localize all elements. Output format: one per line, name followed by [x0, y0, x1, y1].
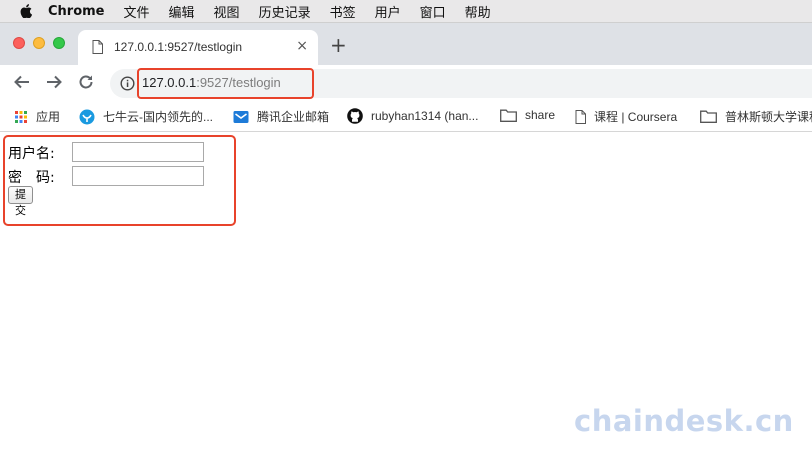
menu-people[interactable]: 用户	[375, 2, 401, 21]
bookmark-label: 腾讯企业邮箱	[257, 110, 330, 124]
menu-history[interactable]: 历史记录	[259, 2, 311, 21]
url-highlight-box	[137, 68, 314, 99]
bookmark-label: 七牛云-国内领先的...	[103, 110, 213, 124]
bookmark-tencent-mail[interactable]: 腾讯企业邮箱	[233, 108, 329, 125]
bookmark-share-folder[interactable]: share	[500, 108, 555, 122]
browser-toolbar: 127.0.0.1:9527/testlogin	[0, 65, 812, 101]
page-icon	[92, 40, 103, 54]
forward-arrow-icon[interactable]	[45, 73, 63, 91]
tab-close-icon[interactable]: ×	[296, 38, 308, 54]
bookmark-label: share	[525, 108, 556, 122]
page-icon	[575, 109, 586, 124]
menu-file[interactable]: 文件	[124, 2, 150, 21]
watermark-text: chaindesk.cn	[574, 404, 794, 438]
bookmark-label: 课程 | Coursera	[594, 110, 678, 124]
bookmarks-bar: 应用 七牛云-国内领先的... 腾讯企业邮箱 rubyhan1314 (han.…	[0, 101, 812, 132]
bookmark-label: rubyhan1314 (han...	[371, 109, 479, 123]
bookmark-apps[interactable]: 应用	[14, 108, 60, 125]
bookmark-label: 应用	[36, 110, 61, 124]
macos-menu-bar: Chrome 文件 编辑 视图 历史记录 书签 用户 窗口 帮助	[0, 0, 812, 23]
window-minimize-button[interactable]	[33, 37, 45, 49]
github-icon	[347, 108, 363, 124]
menu-help[interactable]: 帮助	[465, 2, 491, 21]
back-arrow-icon[interactable]	[13, 73, 31, 91]
tab-title: 127.0.0.1:9527/testlogin	[114, 40, 243, 54]
menu-app-name[interactable]: Chrome	[48, 4, 105, 19]
folder-icon	[700, 110, 717, 123]
window-close-button[interactable]	[13, 37, 25, 49]
menu-bookmarks[interactable]: 书签	[330, 2, 356, 21]
reload-icon[interactable]	[77, 73, 95, 91]
menu-window[interactable]: 窗口	[420, 2, 446, 21]
qiniu-icon	[79, 109, 95, 125]
bookmark-coursera[interactable]: 课程 | Coursera	[575, 108, 677, 125]
apple-logo-icon[interactable]	[20, 4, 32, 18]
tencent-mail-icon	[233, 110, 249, 124]
bookmark-label: 普林斯顿大学课程	[725, 110, 812, 124]
bookmark-princeton-folder[interactable]: 普林斯顿大学课程	[700, 108, 812, 125]
menu-view[interactable]: 视图	[214, 2, 240, 21]
apps-grid-icon	[14, 110, 28, 124]
bookmark-qiniu[interactable]: 七牛云-国内领先的...	[79, 108, 213, 125]
browser-tab-active[interactable]: 127.0.0.1:9527/testlogin ×	[78, 30, 318, 65]
tab-strip: 127.0.0.1:9527/testlogin × +	[0, 23, 812, 65]
folder-icon	[500, 109, 517, 122]
site-info-icon[interactable]	[120, 76, 135, 91]
menu-edit[interactable]: 编辑	[169, 2, 195, 21]
form-highlight-box	[3, 135, 236, 226]
new-tab-button[interactable]: +	[330, 35, 347, 55]
bookmark-github[interactable]: rubyhan1314 (han...	[347, 108, 478, 124]
window-zoom-button[interactable]	[53, 37, 65, 49]
